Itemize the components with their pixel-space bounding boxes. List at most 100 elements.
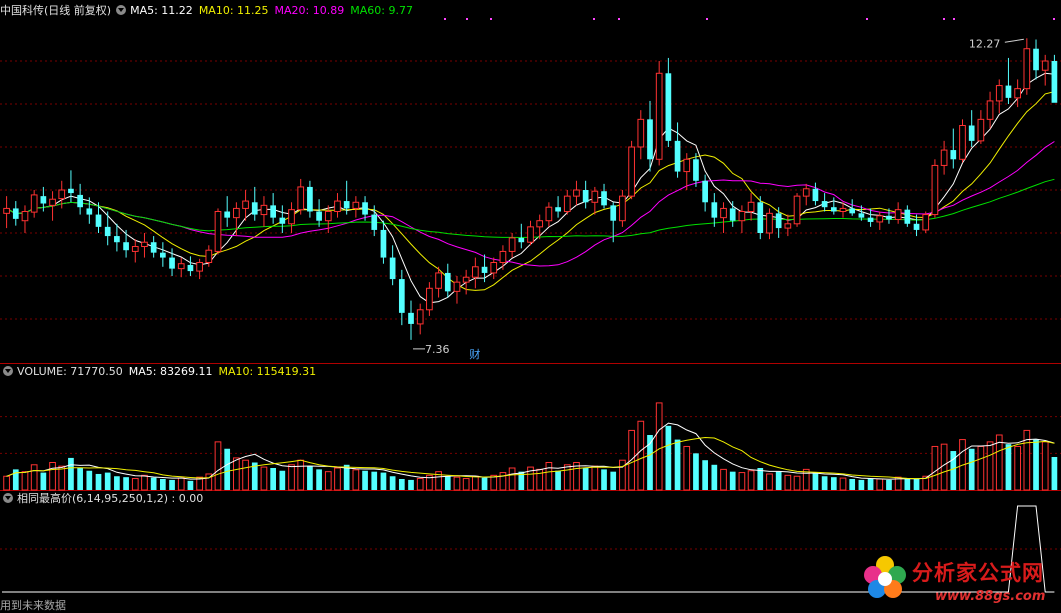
- volume-bar-up[interactable]: [508, 467, 516, 491]
- candle-body-up[interactable]: [453, 281, 461, 292]
- volume-bar-up[interactable]: [619, 459, 626, 491]
- candle-body-down[interactable]: [187, 264, 194, 272]
- candle-body-down[interactable]: [757, 202, 764, 233]
- volume-bar-down[interactable]: [1051, 457, 1058, 490]
- volume-bars[interactable]: [3, 402, 1058, 491]
- volume-bar-down[interactable]: [665, 425, 672, 490]
- candle-body-up[interactable]: [839, 207, 847, 213]
- candle-body-up[interactable]: [462, 276, 470, 283]
- candle-body-down[interactable]: [1051, 61, 1058, 103]
- volume-bar-down[interactable]: [371, 471, 378, 490]
- candle-body-down[interactable]: [555, 207, 561, 212]
- volume-bar-down[interactable]: [830, 477, 837, 490]
- candle-body-up[interactable]: [499, 250, 507, 263]
- volume-bar-up[interactable]: [233, 457, 240, 491]
- candle-body-down[interactable]: [702, 180, 708, 203]
- candle-body-up[interactable]: [334, 200, 341, 213]
- candle-body-down[interactable]: [408, 312, 414, 324]
- volume-bar-down[interactable]: [40, 472, 47, 490]
- volume-bar-down[interactable]: [867, 478, 874, 490]
- candle-body-down[interactable]: [398, 279, 405, 313]
- candle-body-up[interactable]: [655, 72, 663, 160]
- candle-body-up[interactable]: [242, 200, 249, 209]
- candle-body-up[interactable]: [58, 189, 66, 200]
- candle-body-up[interactable]: [995, 85, 1003, 102]
- candle-body-up[interactable]: [637, 118, 645, 148]
- candle-body-down[interactable]: [270, 205, 276, 218]
- volume-bar-up[interactable]: [637, 420, 645, 491]
- volume-bar-up[interactable]: [131, 478, 139, 491]
- candle-body-up[interactable]: [747, 201, 755, 213]
- candle-body-up[interactable]: [784, 223, 792, 229]
- candle-body-up[interactable]: [30, 194, 38, 213]
- candle-body-down[interactable]: [693, 159, 699, 181]
- candle-body-down[interactable]: [711, 202, 718, 218]
- volume-bar-down[interactable]: [555, 470, 561, 490]
- volume-bar-up[interactable]: [1041, 441, 1049, 491]
- volume-bar-up[interactable]: [21, 471, 29, 491]
- volume-bar-down[interactable]: [904, 479, 911, 490]
- candle-body-down[interactable]: [481, 266, 488, 273]
- candle-body-down[interactable]: [830, 207, 837, 212]
- volume-bar-down[interactable]: [398, 479, 405, 490]
- candle-body-up[interactable]: [352, 201, 360, 209]
- candle-body-up[interactable]: [324, 211, 332, 222]
- candle-body-down[interactable]: [251, 202, 258, 215]
- volume-bar-up[interactable]: [177, 477, 185, 491]
- candle-body-up[interactable]: [986, 100, 994, 120]
- finance-event-marker[interactable]: 财: [469, 347, 480, 361]
- volume-bar-down[interactable]: [858, 479, 865, 490]
- volume-bar-up[interactable]: [472, 475, 479, 491]
- candle-body-up[interactable]: [563, 195, 571, 212]
- volume-bar-up[interactable]: [30, 464, 38, 491]
- candle-body-down[interactable]: [159, 252, 166, 258]
- candle-body-down[interactable]: [1005, 85, 1012, 98]
- candle-body-down[interactable]: [86, 208, 93, 215]
- volume-bar-down[interactable]: [159, 479, 166, 490]
- volume-bar-down[interactable]: [1005, 444, 1012, 490]
- candle-body-down[interactable]: [968, 125, 975, 141]
- volume-bar-up[interactable]: [334, 467, 341, 491]
- candle-body-down[interactable]: [886, 215, 892, 220]
- volume-bar-down[interactable]: [389, 476, 396, 490]
- volume-bar-up[interactable]: [58, 465, 66, 491]
- candle-body-down[interactable]: [665, 73, 672, 141]
- volume-bar-up[interactable]: [536, 468, 544, 491]
- volume-bar-down[interactable]: [270, 468, 276, 490]
- volume-bar-down[interactable]: [224, 448, 231, 490]
- candle-body-up[interactable]: [738, 211, 746, 222]
- candle-body-up[interactable]: [876, 215, 884, 223]
- volume-bar-down[interactable]: [123, 477, 129, 490]
- candle-body-down[interactable]: [40, 196, 47, 204]
- candle-body-up[interactable]: [508, 237, 516, 252]
- volume-bar-up[interactable]: [141, 474, 148, 491]
- candle-body-down[interactable]: [775, 213, 782, 229]
- volume-bar-up[interactable]: [986, 441, 994, 491]
- volume-bar-down[interactable]: [104, 472, 111, 490]
- volume-bar-down[interactable]: [279, 470, 286, 490]
- candle-body-up[interactable]: [288, 209, 295, 225]
- candle-body-up[interactable]: [591, 190, 599, 203]
- volume-bar-up[interactable]: [655, 402, 663, 491]
- candle-body-up[interactable]: [940, 149, 948, 166]
- volume-bar-up[interactable]: [738, 472, 746, 491]
- volume-bar-down[interactable]: [702, 460, 708, 490]
- candle-body-down[interactable]: [518, 237, 525, 243]
- candle-body-up[interactable]: [1014, 88, 1021, 99]
- candle-body-up[interactable]: [977, 118, 985, 142]
- volume-bar-down[interactable]: [86, 470, 93, 490]
- volume-bar-down[interactable]: [757, 468, 764, 490]
- volume-bar-up[interactable]: [288, 464, 295, 491]
- candle-body-up[interactable]: [683, 158, 691, 173]
- candle-body-down[interactable]: [444, 272, 451, 292]
- candle-body-down[interactable]: [307, 186, 313, 212]
- candle-body-up[interactable]: [435, 272, 442, 289]
- volume-bar-down[interactable]: [674, 439, 681, 490]
- candle-body-down[interactable]: [123, 242, 129, 251]
- candle-body-down[interactable]: [904, 209, 911, 224]
- volume-bar-down[interactable]: [1033, 439, 1039, 490]
- volume-bar-up[interactable]: [876, 478, 884, 491]
- candle-body-up[interactable]: [141, 241, 148, 248]
- volume-bar-down[interactable]: [886, 479, 892, 490]
- candle-body-down[interactable]: [362, 202, 368, 215]
